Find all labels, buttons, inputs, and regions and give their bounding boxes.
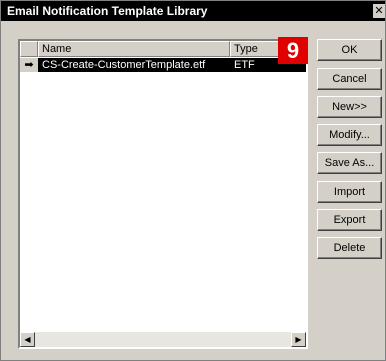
current-row-arrow-icon: ➡ [20, 58, 38, 72]
cancel-button[interactable]: Cancel [317, 68, 382, 90]
column-header-name[interactable]: Name [38, 41, 230, 57]
template-list[interactable]: Name Type ➡ CS-Create-CustomerTemplate.e… [18, 39, 308, 349]
modify-button[interactable]: Modify... [317, 124, 382, 146]
horizontal-scrollbar[interactable]: ◀ ▶ [20, 332, 306, 347]
new-button[interactable]: New>> [317, 96, 382, 118]
scroll-left-icon[interactable]: ◀ [20, 332, 35, 347]
dialog-title: Email Notification Template Library [7, 4, 208, 18]
close-icon[interactable]: ✕ [373, 4, 385, 18]
ok-button[interactable]: OK [317, 39, 382, 61]
step-number-badge: 9 [278, 37, 308, 64]
table-row[interactable]: ➡ CS-Create-CustomerTemplate.etf ETF [20, 58, 306, 72]
import-button[interactable]: Import [317, 181, 382, 203]
list-header: Name Type [20, 41, 306, 57]
title-bar: Email Notification Template Library ✕ [1, 1, 385, 21]
save-as-button[interactable]: Save As... [317, 152, 382, 174]
template-library-dialog: Email Notification Template Library ✕ Na… [0, 0, 386, 361]
header-indicator-cell [20, 41, 38, 57]
row-name: CS-Create-CustomerTemplate.etf [42, 59, 206, 71]
scroll-right-icon[interactable]: ▶ [291, 332, 306, 347]
export-button[interactable]: Export [317, 209, 382, 231]
row-type: ETF [234, 59, 255, 71]
delete-button[interactable]: Delete [317, 237, 382, 259]
